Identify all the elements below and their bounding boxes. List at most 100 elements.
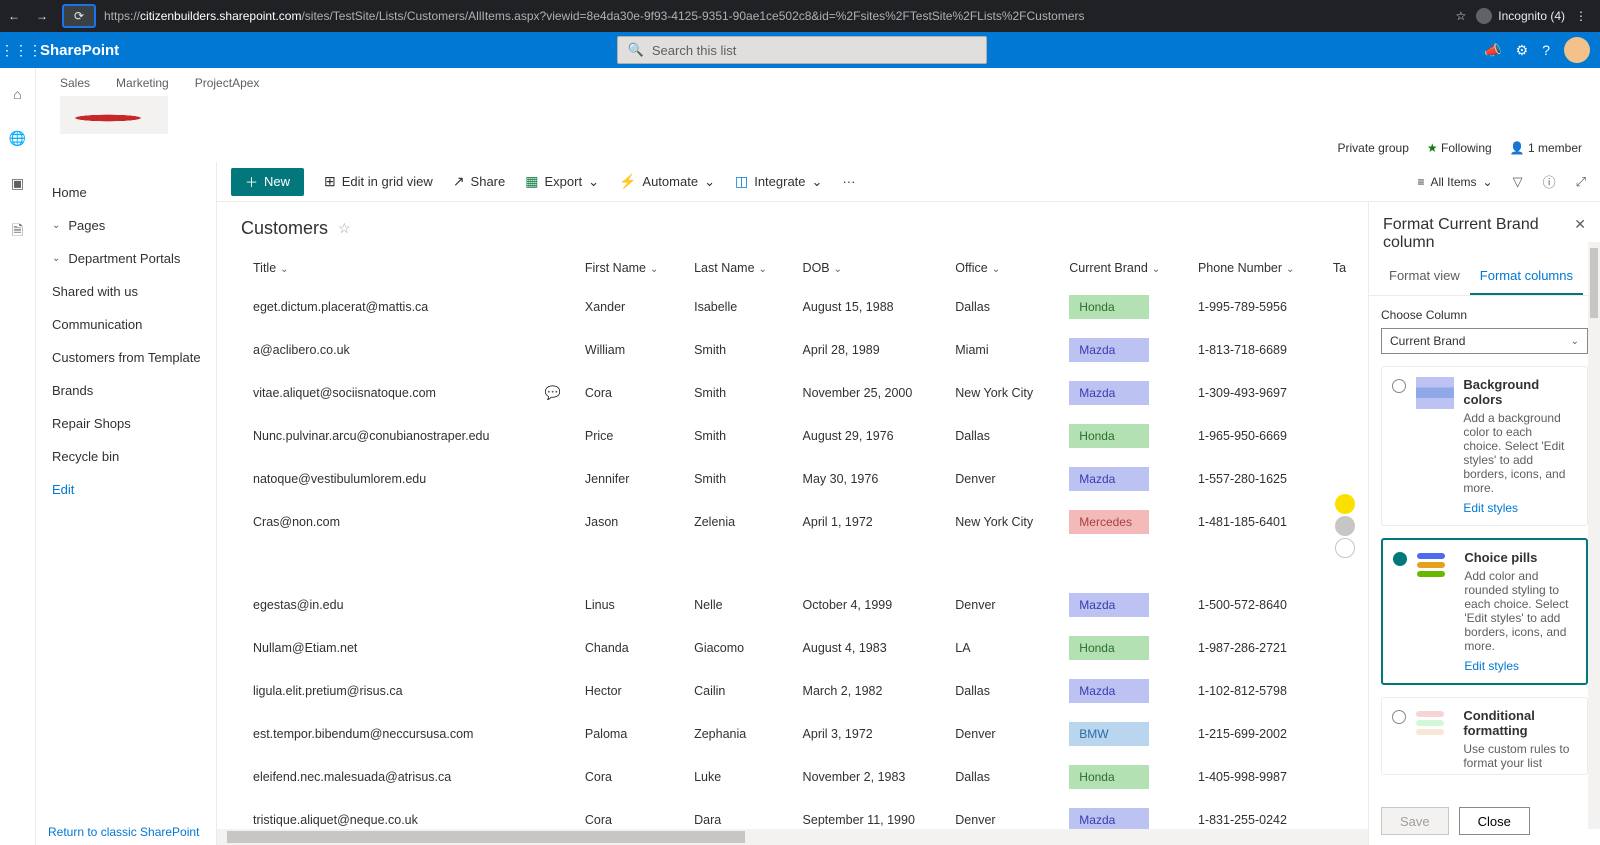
info-icon[interactable]: ⓘ bbox=[1543, 172, 1556, 191]
overflow-button[interactable]: ··· bbox=[842, 174, 855, 189]
column-select[interactable]: Current Brand ⌄ bbox=[1381, 328, 1588, 354]
app-launcher-icon[interactable]: ⋮⋮⋮ bbox=[0, 42, 38, 59]
bookmark-icon[interactable]: ☆ bbox=[1456, 9, 1467, 23]
back-button[interactable]: ← bbox=[0, 9, 28, 23]
table-row[interactable]: vitae.aliquet@sociisnatoque.com💬CoraSmit… bbox=[217, 372, 1368, 415]
cell-title[interactable]: Nullam@Etiam.net bbox=[241, 627, 533, 670]
browser-menu-icon[interactable]: ⋮ bbox=[1575, 9, 1588, 23]
help-icon[interactable]: ? bbox=[1542, 42, 1550, 58]
filter-icon[interactable]: ▽ bbox=[1513, 174, 1523, 190]
tab-format-view[interactable]: Format view bbox=[1379, 260, 1470, 295]
integrate-button[interactable]: ◫Integrate ⌄ bbox=[735, 173, 822, 190]
col-title[interactable]: Title⌄ bbox=[241, 251, 533, 286]
export-button[interactable]: ▦Export ⌄ bbox=[525, 173, 599, 190]
table-row[interactable]: eleifend.nec.malesuada@atrisus.caCoraLuk… bbox=[217, 756, 1368, 799]
forward-button[interactable]: → bbox=[28, 9, 56, 23]
cell-office: New York City bbox=[943, 501, 1057, 544]
cell-title[interactable]: vitae.aliquet@sociisnatoque.com bbox=[241, 372, 533, 415]
edit-styles-link[interactable]: Edit styles bbox=[1463, 501, 1518, 515]
table-row[interactable]: egestas@in.eduLinusNelleOctober 4, 1999D… bbox=[217, 584, 1368, 627]
cell-title[interactable]: eleifend.nec.malesuada@atrisus.ca bbox=[241, 756, 533, 799]
cell-title[interactable]: est.tempor.bibendum@neccursusa.com bbox=[241, 713, 533, 756]
tab-projectapex[interactable]: ProjectApex bbox=[195, 76, 260, 90]
nav-brands[interactable]: Brands bbox=[52, 374, 198, 407]
globe-icon[interactable]: 🌐 bbox=[9, 130, 26, 147]
col-phone[interactable]: Phone Number⌄ bbox=[1186, 251, 1321, 286]
address-bar[interactable]: https://citizenbuilders.sharepoint.com/s… bbox=[96, 9, 1456, 23]
nav-home[interactable]: Home bbox=[52, 176, 198, 209]
table-row[interactable]: Nullam@Etiam.netChandaGiacomoAugust 4, 1… bbox=[217, 627, 1368, 670]
nav-shared[interactable]: Shared with us bbox=[52, 275, 198, 308]
cell-title[interactable]: ligula.elit.pretium@risus.ca bbox=[241, 670, 533, 713]
megaphone-icon[interactable]: 📣 bbox=[1484, 42, 1501, 59]
cell-title[interactable]: natoque@vestibulumlorem.edu bbox=[241, 458, 533, 501]
news-icon[interactable]: ▣ bbox=[11, 175, 24, 192]
home-icon[interactable]: ⌂ bbox=[13, 86, 21, 102]
tab-marketing[interactable]: Marketing bbox=[116, 76, 169, 90]
following-button[interactable]: ★ Following bbox=[1427, 141, 1492, 155]
option-conditional-formatting[interactable]: Conditional formatting Use custom rules … bbox=[1381, 697, 1588, 775]
nav-customers-template[interactable]: Customers from Template bbox=[52, 341, 198, 374]
col-last-name[interactable]: Last Name⌄ bbox=[682, 251, 790, 286]
edit-styles-link[interactable]: Edit styles bbox=[1464, 659, 1519, 673]
expand-icon[interactable]: ⤢ bbox=[1576, 174, 1586, 190]
table-row[interactable] bbox=[217, 544, 1368, 584]
cell-title[interactable]: tristique.aliquet@neque.co.uk bbox=[241, 799, 533, 830]
nav-dept-portals[interactable]: ⌄Department Portals bbox=[52, 242, 198, 275]
new-button[interactable]: ＋ New bbox=[231, 168, 304, 196]
table-row[interactable]: natoque@vestibulumlorem.eduJenniferSmith… bbox=[217, 458, 1368, 501]
files-icon[interactable]: 🗎 bbox=[12, 220, 23, 244]
chevron-down-icon: ⌄ bbox=[704, 174, 715, 190]
nav-repair-shops[interactable]: Repair Shops bbox=[52, 407, 198, 440]
table-row[interactable]: Cras@non.comJasonZeleniaApril 1, 1972New… bbox=[217, 501, 1368, 544]
cell-title[interactable]: Cras@non.com bbox=[241, 501, 533, 544]
option-choice-pills[interactable]: Choice pills Add color and rounded styli… bbox=[1381, 538, 1588, 685]
table-row[interactable]: est.tempor.bibendum@neccursusa.comPaloma… bbox=[217, 713, 1368, 756]
table-row[interactable]: ligula.elit.pretium@risus.caHectorCailin… bbox=[217, 670, 1368, 713]
comment-icon[interactable]: 💬 bbox=[545, 385, 561, 400]
col-current-brand[interactable]: Current Brand⌄ bbox=[1057, 251, 1186, 286]
col-first-name[interactable]: First Name⌄ bbox=[573, 251, 682, 286]
option-background-colors[interactable]: Background colors Add a background color… bbox=[1381, 366, 1588, 526]
new-label: New bbox=[264, 174, 290, 189]
user-avatar[interactable] bbox=[1564, 37, 1590, 63]
search-box[interactable]: 🔍 Search this list bbox=[617, 36, 987, 64]
col-office[interactable]: Office⌄ bbox=[943, 251, 1057, 286]
favorite-icon[interactable]: ☆ bbox=[338, 220, 351, 237]
quick-launch: Home ⌄Pages ⌄Department Portals Shared w… bbox=[36, 162, 216, 845]
table-row[interactable]: Nunc.pulvinar.arcu@conubianostraper.eduP… bbox=[217, 415, 1368, 458]
col-dob[interactable]: DOB⌄ bbox=[791, 251, 944, 286]
panel-scrollbar[interactable] bbox=[1588, 242, 1600, 829]
nav-pages[interactable]: ⌄Pages bbox=[52, 209, 198, 242]
close-panel-button[interactable]: ✕ bbox=[1574, 216, 1586, 252]
automate-button[interactable]: ⚡Automate ⌄ bbox=[619, 173, 715, 190]
cell-last-name: Dara bbox=[682, 799, 790, 830]
nav-recycle-bin[interactable]: Recycle bin bbox=[52, 440, 198, 473]
edit-grid-button[interactable]: ⊞Edit in grid view bbox=[324, 173, 433, 190]
table-row[interactable]: eget.dictum.placerat@mattis.caXanderIsab… bbox=[217, 286, 1368, 329]
cell-title[interactable]: Nunc.pulvinar.arcu@conubianostraper.edu bbox=[241, 415, 533, 458]
cell-title[interactable]: egestas@in.edu bbox=[241, 584, 533, 627]
cell-phone: 1-813-718-6689 bbox=[1186, 329, 1321, 372]
nav-edit[interactable]: Edit bbox=[52, 473, 198, 506]
table-row[interactable]: tristique.aliquet@neque.co.ukCoraDaraSep… bbox=[217, 799, 1368, 830]
cell-brand: Mazda bbox=[1057, 799, 1186, 830]
horizontal-scrollbar[interactable] bbox=[217, 829, 1368, 845]
tab-format-columns[interactable]: Format columns bbox=[1470, 260, 1583, 295]
table-row[interactable]: a@aclibero.co.ukWilliamSmithApril 28, 19… bbox=[217, 329, 1368, 372]
cell-title[interactable]: a@aclibero.co.uk bbox=[241, 329, 533, 372]
list-table[interactable]: Title⌄ First Name⌄ Last Name⌄ DOB⌄ Offic… bbox=[217, 251, 1368, 829]
integrate-label: Integrate bbox=[754, 174, 805, 189]
share-button[interactable]: ↗Share bbox=[453, 173, 505, 190]
cell-title[interactable]: eget.dictum.placerat@mattis.ca bbox=[241, 286, 533, 329]
return-classic-link[interactable]: Return to classic SharePoint bbox=[48, 825, 199, 839]
members-button[interactable]: 👤 1 member bbox=[1510, 141, 1582, 155]
col-ta[interactable]: Ta bbox=[1321, 251, 1368, 286]
refresh-button[interactable]: ⟳ bbox=[62, 4, 96, 28]
nav-communication[interactable]: Communication bbox=[52, 308, 198, 341]
tab-sales[interactable]: Sales bbox=[60, 76, 90, 90]
close-button[interactable]: Close bbox=[1459, 807, 1530, 835]
settings-icon[interactable]: ⚙ bbox=[1516, 42, 1529, 59]
brand-label[interactable]: SharePoint bbox=[38, 42, 119, 59]
view-switcher[interactable]: ≡ All Items ⌄ bbox=[1417, 175, 1492, 189]
